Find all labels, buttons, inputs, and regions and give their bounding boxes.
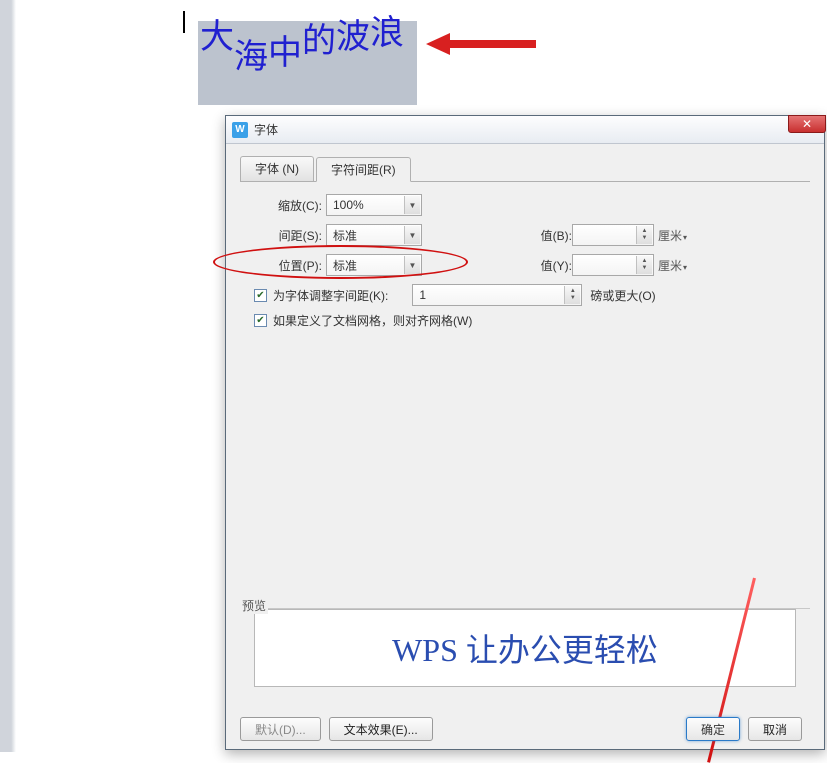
spinner-icon: ▲▼ [564,286,580,304]
dialog-title: 字体 [254,121,278,138]
page-margin [0,0,16,752]
spacing-combo[interactable]: 标准 ▼ [326,224,422,246]
text-effect-button[interactable]: 文本效果(E)... [329,717,433,741]
kerning-value-input[interactable]: 1 ▲▼ [412,284,582,306]
row-scale: 缩放(C): 100% ▼ [250,192,810,218]
sample-char: 中 [268,37,302,71]
position-unit[interactable]: 厘米▾ [658,257,687,274]
scale-value: 100% [333,198,364,212]
tab-bar: 字体 (N) 字符间距(R) [240,156,810,182]
grid-label: 如果定义了文档网格，则对齐网格(W) [273,312,472,329]
tab-font[interactable]: 字体 (N) [240,156,314,181]
position-label: 位置(P): [250,257,322,274]
spacing-value: 标准 [333,227,357,244]
kerning-checkbox[interactable]: ✔ [254,289,267,302]
close-icon: ✕ [802,117,812,131]
spacing-label: 间距(S): [250,227,322,244]
preview-group: 预览 WPS 让办公更轻松 [240,589,810,687]
text-cursor [183,11,185,33]
position-combo[interactable]: 标准 ▼ [326,254,422,276]
selected-text-sample: 大海中的波浪 [198,21,417,105]
sample-char: 波 [336,21,370,55]
close-button[interactable]: ✕ [788,115,826,133]
dialog-footer: 默认(D)... 文本效果(E)... 确定 取消 [240,717,810,741]
position-value: 标准 [333,257,357,274]
spinner-icon: ▲▼ [636,226,652,244]
app-icon: W [232,122,248,138]
row-snap-grid: ✔ 如果定义了文档网格，则对齐网格(W) [254,312,810,329]
row-kerning: ✔ 为字体调整字间距(K): 1 ▲▼ 磅或更大(O) [254,284,810,306]
scale-combo[interactable]: 100% ▼ [326,194,422,216]
cancel-button[interactable]: 取消 [748,717,802,741]
sample-char: 大 [200,21,234,55]
spacing-value-input[interactable]: ▲▼ [572,224,654,246]
preview-legend: 预览 [240,597,268,614]
kerning-value: 1 [419,288,426,302]
spinner-icon: ▲▼ [636,256,652,274]
sample-char: 浪 [370,17,404,51]
row-position: 位置(P): 标准 ▼ 值(Y): ▲▼ 厘米▾ [250,252,810,278]
kerning-unit: 磅或更大(O) [590,287,655,304]
sample-char: 海 [234,41,268,75]
font-dialog: W 字体 ✕ 字体 (N) 字符间距(R) 缩放(C): 100% ▼ 间距(S… [225,115,825,750]
default-button[interactable]: 默认(D)... [240,717,321,741]
spacing-value-label: 值(B): [518,227,572,244]
chevron-down-icon: ▼ [404,196,420,214]
scale-label: 缩放(C): [250,197,322,214]
tab-character-spacing[interactable]: 字符间距(R) [316,157,411,182]
ok-button[interactable]: 确定 [686,717,740,741]
annotation-arrow-icon [426,30,536,58]
sample-char: 的 [302,25,336,59]
chevron-down-icon: ▼ [404,256,420,274]
preview-box: WPS 让办公更轻松 [254,609,796,687]
position-value-input[interactable]: ▲▼ [572,254,654,276]
grid-checkbox[interactable]: ✔ [254,314,267,327]
kerning-label: 为字体调整字间距(K): [273,287,388,304]
titlebar: W 字体 ✕ [226,116,824,144]
row-spacing: 间距(S): 标准 ▼ 值(B): ▲▼ 厘米▾ [250,222,810,248]
chevron-down-icon: ▼ [404,226,420,244]
position-value-label: 值(Y): [518,257,572,274]
spacing-unit[interactable]: 厘米▾ [658,227,687,244]
preview-text: WPS 让办公更轻松 [392,625,658,671]
